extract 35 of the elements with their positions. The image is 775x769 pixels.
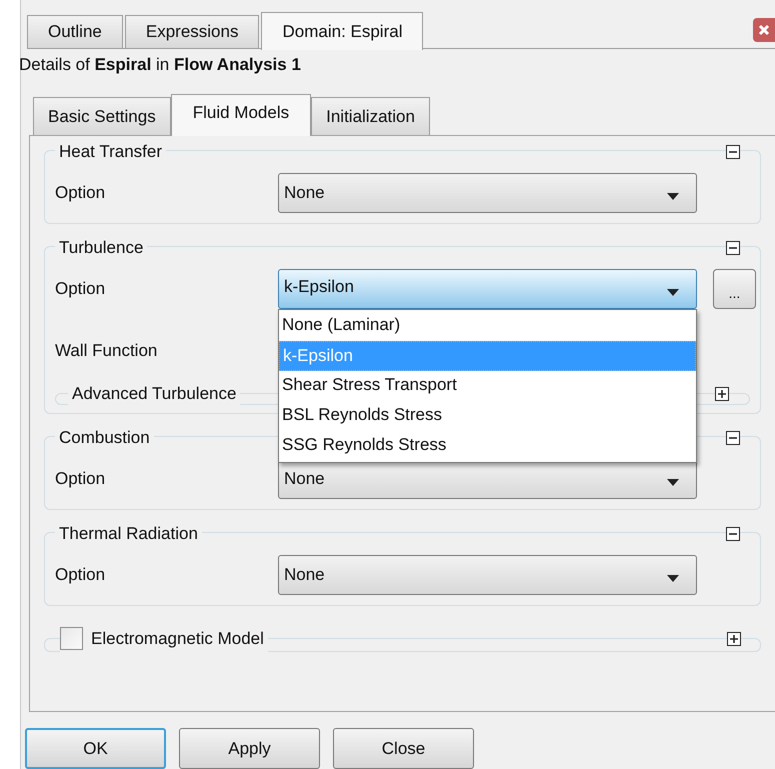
field-label: Option	[55, 468, 106, 490]
tab[interactable]: Domain: Espiral	[261, 12, 424, 50]
expand-icon[interactable]	[715, 386, 729, 401]
tab[interactable]: Initialization	[311, 97, 430, 135]
tab[interactable]: Basic Settings	[33, 97, 171, 135]
details-heading: Details of Espiral in Flow Analysis 1	[19, 54, 302, 76]
dialog-button[interactable]: Apply	[179, 728, 320, 769]
field-label: Wall Function	[55, 340, 158, 362]
caret-icon	[667, 192, 679, 200]
checkbox[interactable]	[60, 627, 83, 650]
close-icon[interactable]	[753, 18, 775, 42]
caret-icon	[667, 574, 679, 582]
dropdown-option[interactable]: BSL Reynolds Stress	[279, 401, 696, 431]
collapse-icon[interactable]	[726, 240, 740, 255]
dropdown-field[interactable]: None	[278, 555, 697, 595]
caret-icon	[667, 478, 679, 486]
dropdown-option[interactable]: None (Laminar)	[279, 311, 696, 341]
more-button[interactable]: ...	[713, 269, 756, 309]
collapse-icon[interactable]	[726, 144, 740, 159]
dropdown-option[interactable]: Shear Stress Transport	[279, 371, 696, 401]
dialog-button[interactable]: OK	[25, 728, 166, 769]
collapse-icon[interactable]	[726, 526, 740, 541]
tab[interactable]: Outline	[27, 15, 123, 49]
dropdown-option[interactable]: SSG Reynolds Stress	[279, 431, 696, 461]
field-label: Option	[55, 564, 106, 586]
tab[interactable]: Fluid Models	[170, 94, 312, 136]
collapse-icon[interactable]	[726, 430, 740, 445]
field-label: Option	[55, 278, 106, 300]
field-label: Option	[55, 182, 106, 204]
expand-icon[interactable]	[727, 632, 741, 646]
tab[interactable]: Expressions	[124, 15, 260, 49]
group-title: Electromagnetic Model	[91, 628, 264, 650]
caret-icon	[667, 288, 679, 296]
dropdown-field[interactable]: None	[278, 173, 697, 213]
dialog-button[interactable]: Close	[333, 728, 474, 769]
